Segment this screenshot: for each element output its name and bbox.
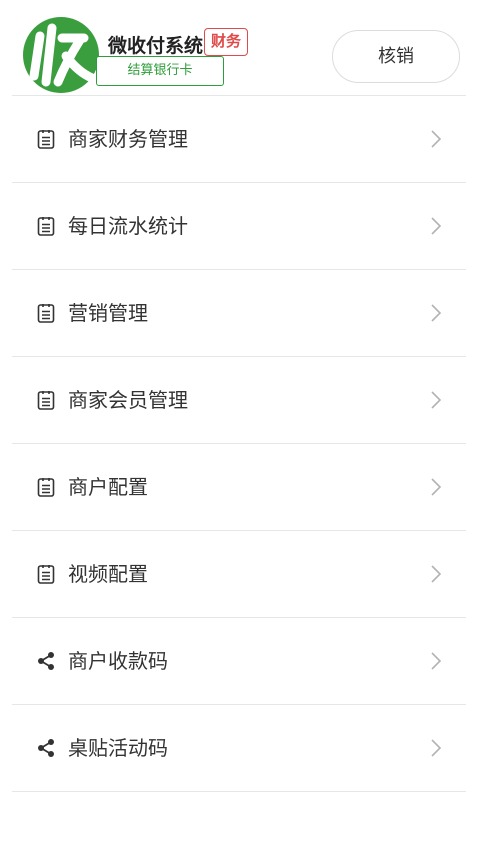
document-icon	[37, 565, 55, 584]
menu-item-table-sticker-code[interactable]: 桌贴活动码	[12, 705, 466, 792]
menu-item-label: 商家财务管理	[68, 127, 188, 151]
menu-item-label: 桌贴活动码	[68, 736, 168, 760]
menu-item-label: 商户配置	[68, 475, 148, 499]
app-header: 微收付系统 财务 结算银行卡 核销	[12, 0, 466, 96]
menu-item-member-management[interactable]: 商家会员管理	[12, 357, 466, 444]
app-logo	[23, 17, 99, 93]
share-icon	[38, 652, 54, 670]
menu-list: 商家财务管理 每日流水统计 营销管理 商家会员管理 商户配置 视频配置 商户收款…	[12, 96, 466, 792]
menu-item-label: 每日流水统计	[68, 214, 188, 238]
verify-button[interactable]: 核销	[332, 30, 460, 83]
document-icon	[37, 391, 55, 410]
chevron-right-icon	[431, 130, 442, 148]
chevron-right-icon	[431, 478, 442, 496]
chevron-right-icon	[431, 391, 442, 409]
document-icon	[37, 130, 55, 149]
document-icon	[37, 304, 55, 323]
menu-item-merchant-finance[interactable]: 商家财务管理	[12, 96, 466, 183]
menu-item-label: 商户收款码	[68, 649, 168, 673]
chevron-right-icon	[431, 565, 442, 583]
chevron-right-icon	[431, 217, 442, 235]
document-icon	[37, 478, 55, 497]
menu-item-marketing[interactable]: 营销管理	[12, 270, 466, 357]
share-icon	[38, 739, 54, 757]
role-badge: 财务	[204, 28, 249, 56]
document-icon	[37, 217, 55, 236]
app-name: 微收付系统	[108, 35, 204, 57]
menu-item-label: 营销管理	[68, 301, 148, 325]
menu-item-label: 视频配置	[68, 562, 148, 586]
bank-card-tag[interactable]: 结算银行卡	[96, 56, 224, 86]
chevron-right-icon	[431, 304, 442, 322]
menu-item-label: 商家会员管理	[68, 388, 188, 412]
menu-item-merchant-config[interactable]: 商户配置	[12, 444, 466, 531]
menu-item-payment-qr-code[interactable]: 商户收款码	[12, 618, 466, 705]
menu-item-video-config[interactable]: 视频配置	[12, 531, 466, 618]
chevron-right-icon	[431, 739, 442, 757]
chevron-right-icon	[431, 652, 442, 670]
menu-item-daily-flow-stats[interactable]: 每日流水统计	[12, 183, 466, 270]
